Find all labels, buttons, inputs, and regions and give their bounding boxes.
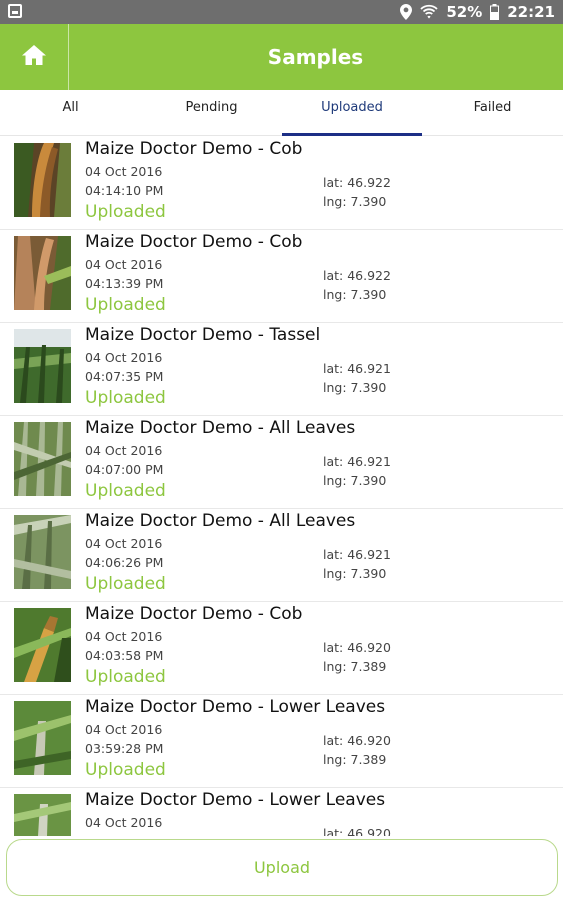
- sample-status: Uploaded: [85, 388, 166, 408]
- sample-date: 04 Oct 2016: [85, 350, 163, 365]
- sample-longitude: lng: 7.389: [323, 752, 387, 767]
- sample-row[interactable]: Maize Doctor Demo - Cob 04 Oct 2016 04:1…: [0, 230, 563, 323]
- sample-longitude: lng: 7.389: [323, 659, 387, 674]
- tab-label: Pending: [185, 100, 238, 115]
- sample-thumbnail: [14, 701, 71, 775]
- sample-longitude: lng: 7.390: [323, 566, 387, 581]
- sample-row[interactable]: Maize Doctor Demo - All Leaves 04 Oct 20…: [0, 416, 563, 509]
- sample-status: Uploaded: [85, 202, 166, 222]
- sample-latitude: lat: 46.921: [323, 361, 391, 376]
- sample-latitude: lat: 46.920: [323, 733, 391, 748]
- status-bar: 52% 22:21: [0, 0, 563, 24]
- sample-longitude: lng: 7.390: [323, 287, 387, 302]
- sample-title: Maize Doctor Demo - Cob: [85, 232, 303, 252]
- tab-all[interactable]: All: [0, 90, 141, 136]
- sample-thumbnail: [14, 422, 71, 496]
- sample-time: 04:14:10 PM: [85, 183, 164, 198]
- sample-title: Maize Doctor Demo - Cob: [85, 139, 303, 159]
- home-button[interactable]: [0, 24, 68, 90]
- screenshot-icon: [8, 4, 22, 18]
- sample-title: Maize Doctor Demo - Lower Leaves: [85, 697, 386, 717]
- sample-longitude: lng: 7.390: [323, 194, 387, 209]
- sample-thumbnail: [14, 794, 71, 837]
- home-icon: [21, 44, 47, 70]
- upload-button[interactable]: Upload: [6, 839, 558, 896]
- sample-title: Maize Doctor Demo - All Leaves: [85, 511, 356, 531]
- sample-time: 04:07:35 PM: [85, 369, 164, 384]
- wifi-icon: [420, 4, 438, 20]
- app-bar: Samples: [0, 24, 563, 90]
- sample-latitude: lat: 46.922: [323, 268, 391, 283]
- sample-status: Uploaded: [85, 574, 166, 594]
- sample-thumbnail: [14, 515, 71, 589]
- sample-title: Maize Doctor Demo - All Leaves: [85, 418, 356, 438]
- sample-date: 04 Oct 2016: [85, 536, 163, 551]
- tab-pending[interactable]: Pending: [141, 90, 282, 136]
- tab-active-indicator: [282, 133, 422, 136]
- sample-title: Maize Doctor Demo - Cob: [85, 604, 303, 624]
- sample-latitude: lat: 46.921: [323, 547, 391, 562]
- tab-bar: All Pending Uploaded Failed: [0, 90, 563, 136]
- sample-row[interactable]: Maize Doctor Demo - Lower Leaves 04 Oct …: [0, 695, 563, 788]
- tab-failed[interactable]: Failed: [422, 90, 563, 136]
- sample-date: 04 Oct 2016: [85, 815, 163, 830]
- battery-level: 52%: [446, 3, 483, 21]
- sample-list[interactable]: Maize Doctor Demo - Cob 04 Oct 2016 04:1…: [0, 137, 563, 837]
- sample-row[interactable]: Maize Doctor Demo - Tassel 04 Oct 2016 0…: [0, 323, 563, 416]
- sample-status: Uploaded: [85, 760, 166, 780]
- tab-uploaded[interactable]: Uploaded: [282, 90, 422, 136]
- tab-label: Uploaded: [321, 100, 383, 115]
- sample-date: 04 Oct 2016: [85, 629, 163, 644]
- sample-latitude: lat: 46.921: [323, 454, 391, 469]
- battery-icon: [490, 4, 500, 20]
- sample-status: Uploaded: [85, 481, 166, 501]
- sample-date: 04 Oct 2016: [85, 443, 163, 458]
- sample-status: Uploaded: [85, 295, 166, 315]
- tab-label: Failed: [473, 100, 512, 115]
- sample-latitude: lat: 46.920: [323, 640, 391, 655]
- sample-thumbnail: [14, 608, 71, 682]
- sample-title: Maize Doctor Demo - Lower Leaves: [85, 790, 386, 810]
- sample-date: 04 Oct 2016: [85, 164, 163, 179]
- sample-date: 04 Oct 2016: [85, 257, 163, 272]
- sample-thumbnail: [14, 143, 71, 217]
- sample-row[interactable]: Maize Doctor Demo - Lower Leaves 04 Oct …: [0, 788, 563, 837]
- sample-row[interactable]: Maize Doctor Demo - All Leaves 04 Oct 20…: [0, 509, 563, 602]
- sample-status: Uploaded: [85, 667, 166, 687]
- sample-row[interactable]: Maize Doctor Demo - Cob 04 Oct 2016 04:1…: [0, 137, 563, 230]
- location-icon: [400, 4, 413, 20]
- clock: 22:21: [507, 3, 555, 21]
- sample-time: 04:13:39 PM: [85, 276, 164, 291]
- sample-time: 04:03:58 PM: [85, 648, 164, 663]
- sample-latitude: lat: 46.922: [323, 175, 391, 190]
- sample-thumbnail: [14, 236, 71, 310]
- sample-title: Maize Doctor Demo - Tassel: [85, 325, 321, 345]
- sample-row[interactable]: Maize Doctor Demo - Cob 04 Oct 2016 04:0…: [0, 602, 563, 695]
- sample-date: 04 Oct 2016: [85, 722, 163, 737]
- sample-time: 04:06:26 PM: [85, 555, 164, 570]
- status-right: 52% 22:21: [400, 0, 555, 24]
- sample-thumbnail: [14, 329, 71, 403]
- tab-label: All: [62, 100, 79, 115]
- sample-time: 03:59:28 PM: [85, 741, 164, 756]
- sample-longitude: lng: 7.390: [323, 380, 387, 395]
- sample-longitude: lng: 7.390: [323, 473, 387, 488]
- sample-time: 04:07:00 PM: [85, 462, 164, 477]
- page-title: Samples: [267, 45, 364, 69]
